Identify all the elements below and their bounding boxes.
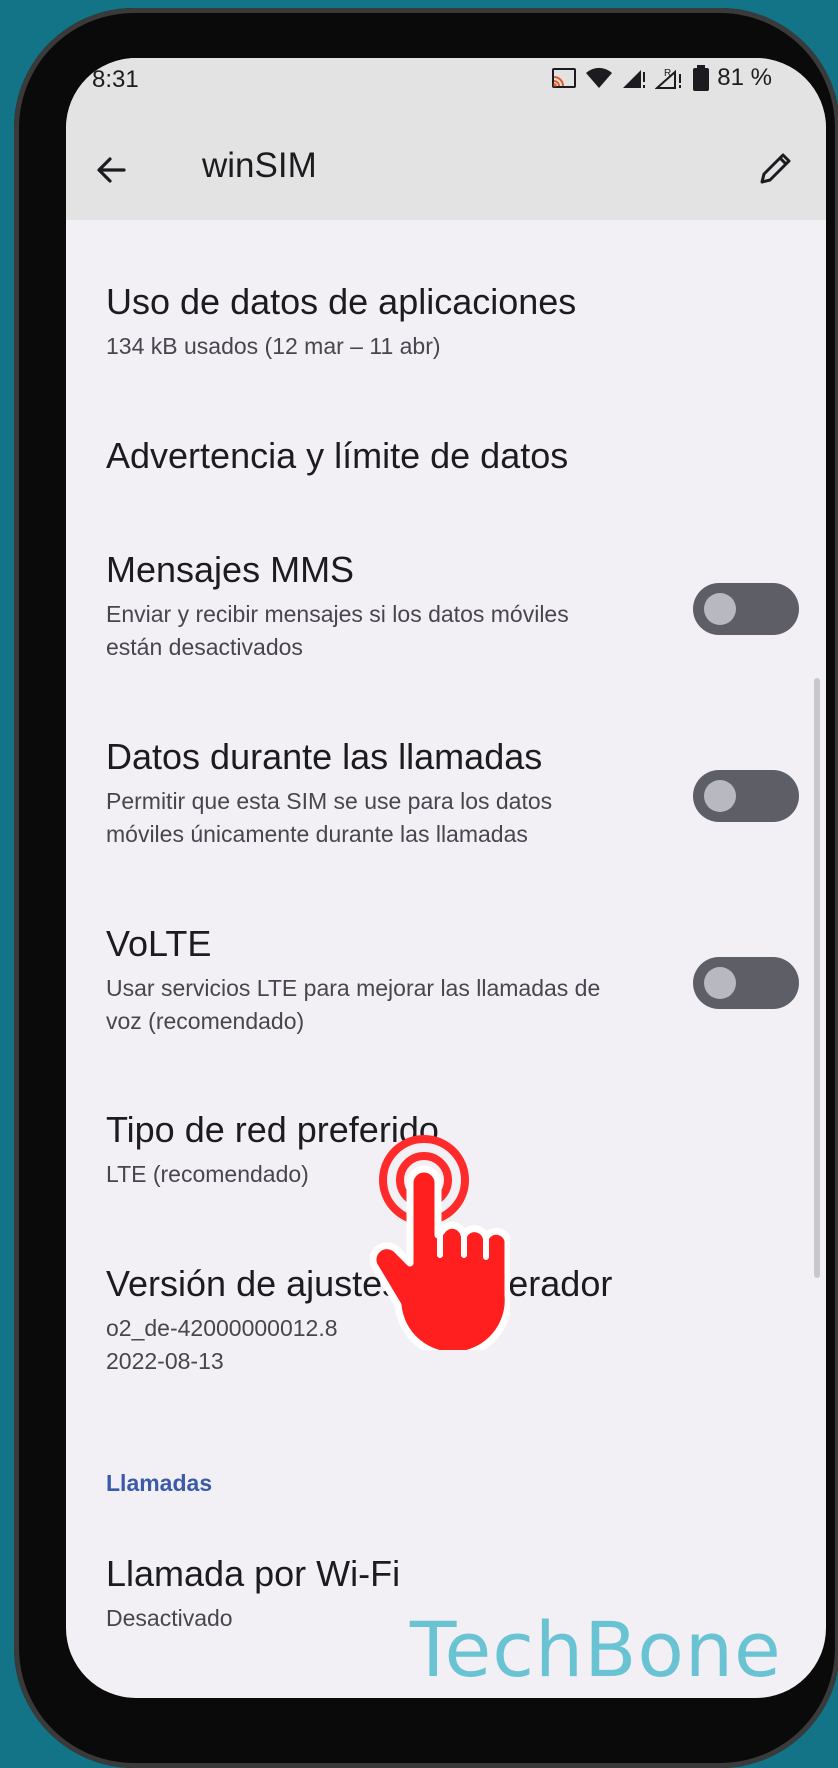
watermark-logo: TechBone [410,1605,782,1694]
mms-toggle[interactable] [693,583,799,635]
item-title: VoLTE [106,923,212,964]
carrier-settings-version-item[interactable]: Versión de ajustes del operador o2_de-42… [106,1262,626,1378]
toggle-knob [704,780,736,812]
battery-icon [693,65,710,91]
toggle-knob [704,967,736,999]
toggle-knob [704,593,736,625]
tap-hand-icon [370,1135,510,1350]
back-arrow-icon[interactable] [92,150,132,190]
item-title: Mensajes MMS [106,549,355,590]
cast-icon [552,68,577,88]
item-title: Llamada por Wi-Fi [106,1553,401,1594]
item-title: Tipo de red preferido [106,1109,439,1150]
status-icons: R 81 % [551,64,772,92]
item-title: Versión de ajustes del operador [106,1263,613,1304]
section-header-calls: Llamadas [106,1470,213,1496]
phone-screen: 8:31 R 81 % winSIM Uso de datos de aplic… [66,58,826,1698]
roaming-signal-icon: R [655,68,682,89]
status-time: 8:31 [92,66,139,93]
item-subtitle: Permitir que esta SIM se use para los da… [106,788,553,847]
item-subtitle-line2: 2022-08-13 [106,1348,224,1374]
battery-percent: 81 % [717,64,772,91]
data-during-calls-item[interactable]: Datos durante las llamadas Permitir que … [106,735,626,851]
page-title: winSIM [202,146,317,185]
item-subtitle: Enviar y recibir mensajes si los datos m… [106,601,569,660]
data-during-calls-toggle[interactable] [693,770,799,822]
item-subtitle: Usar servicios LTE para mejorar las llam… [106,975,601,1034]
item-title: Datos durante las llamadas [106,736,543,777]
item-title: Uso de datos de aplicaciones [106,281,577,322]
volte-toggle[interactable] [693,957,799,1009]
item-subtitle: LTE (recomendado) [106,1161,309,1187]
app-bar: 8:31 R 81 % winSIM [66,58,826,220]
app-data-usage-item[interactable]: Uso de datos de aplicaciones 134 kB usad… [106,280,626,363]
edit-pencil-icon[interactable] [756,148,796,188]
data-warning-limit-item[interactable]: Advertencia y límite de datos [106,434,626,478]
item-title: Advertencia y límite de datos [106,435,569,476]
phone-frame: 8:31 R 81 % winSIM Uso de datos de aplic… [14,8,838,1768]
wifi-icon [586,67,613,88]
volte-item[interactable]: VoLTE Usar servicios LTE para mejorar la… [106,922,626,1038]
item-subtitle: 134 kB usados (12 mar – 11 abr) [106,333,441,359]
item-subtitle-line1: o2_de-42000000012.8 [106,1315,338,1341]
signal-icon [623,70,646,88]
scrollbar[interactable] [814,678,820,1278]
preferred-network-type-item[interactable]: Tipo de red preferido LTE (recomendado) [106,1108,626,1191]
mms-messages-item[interactable]: Mensajes MMS Enviar y recibir mensajes s… [106,548,626,664]
